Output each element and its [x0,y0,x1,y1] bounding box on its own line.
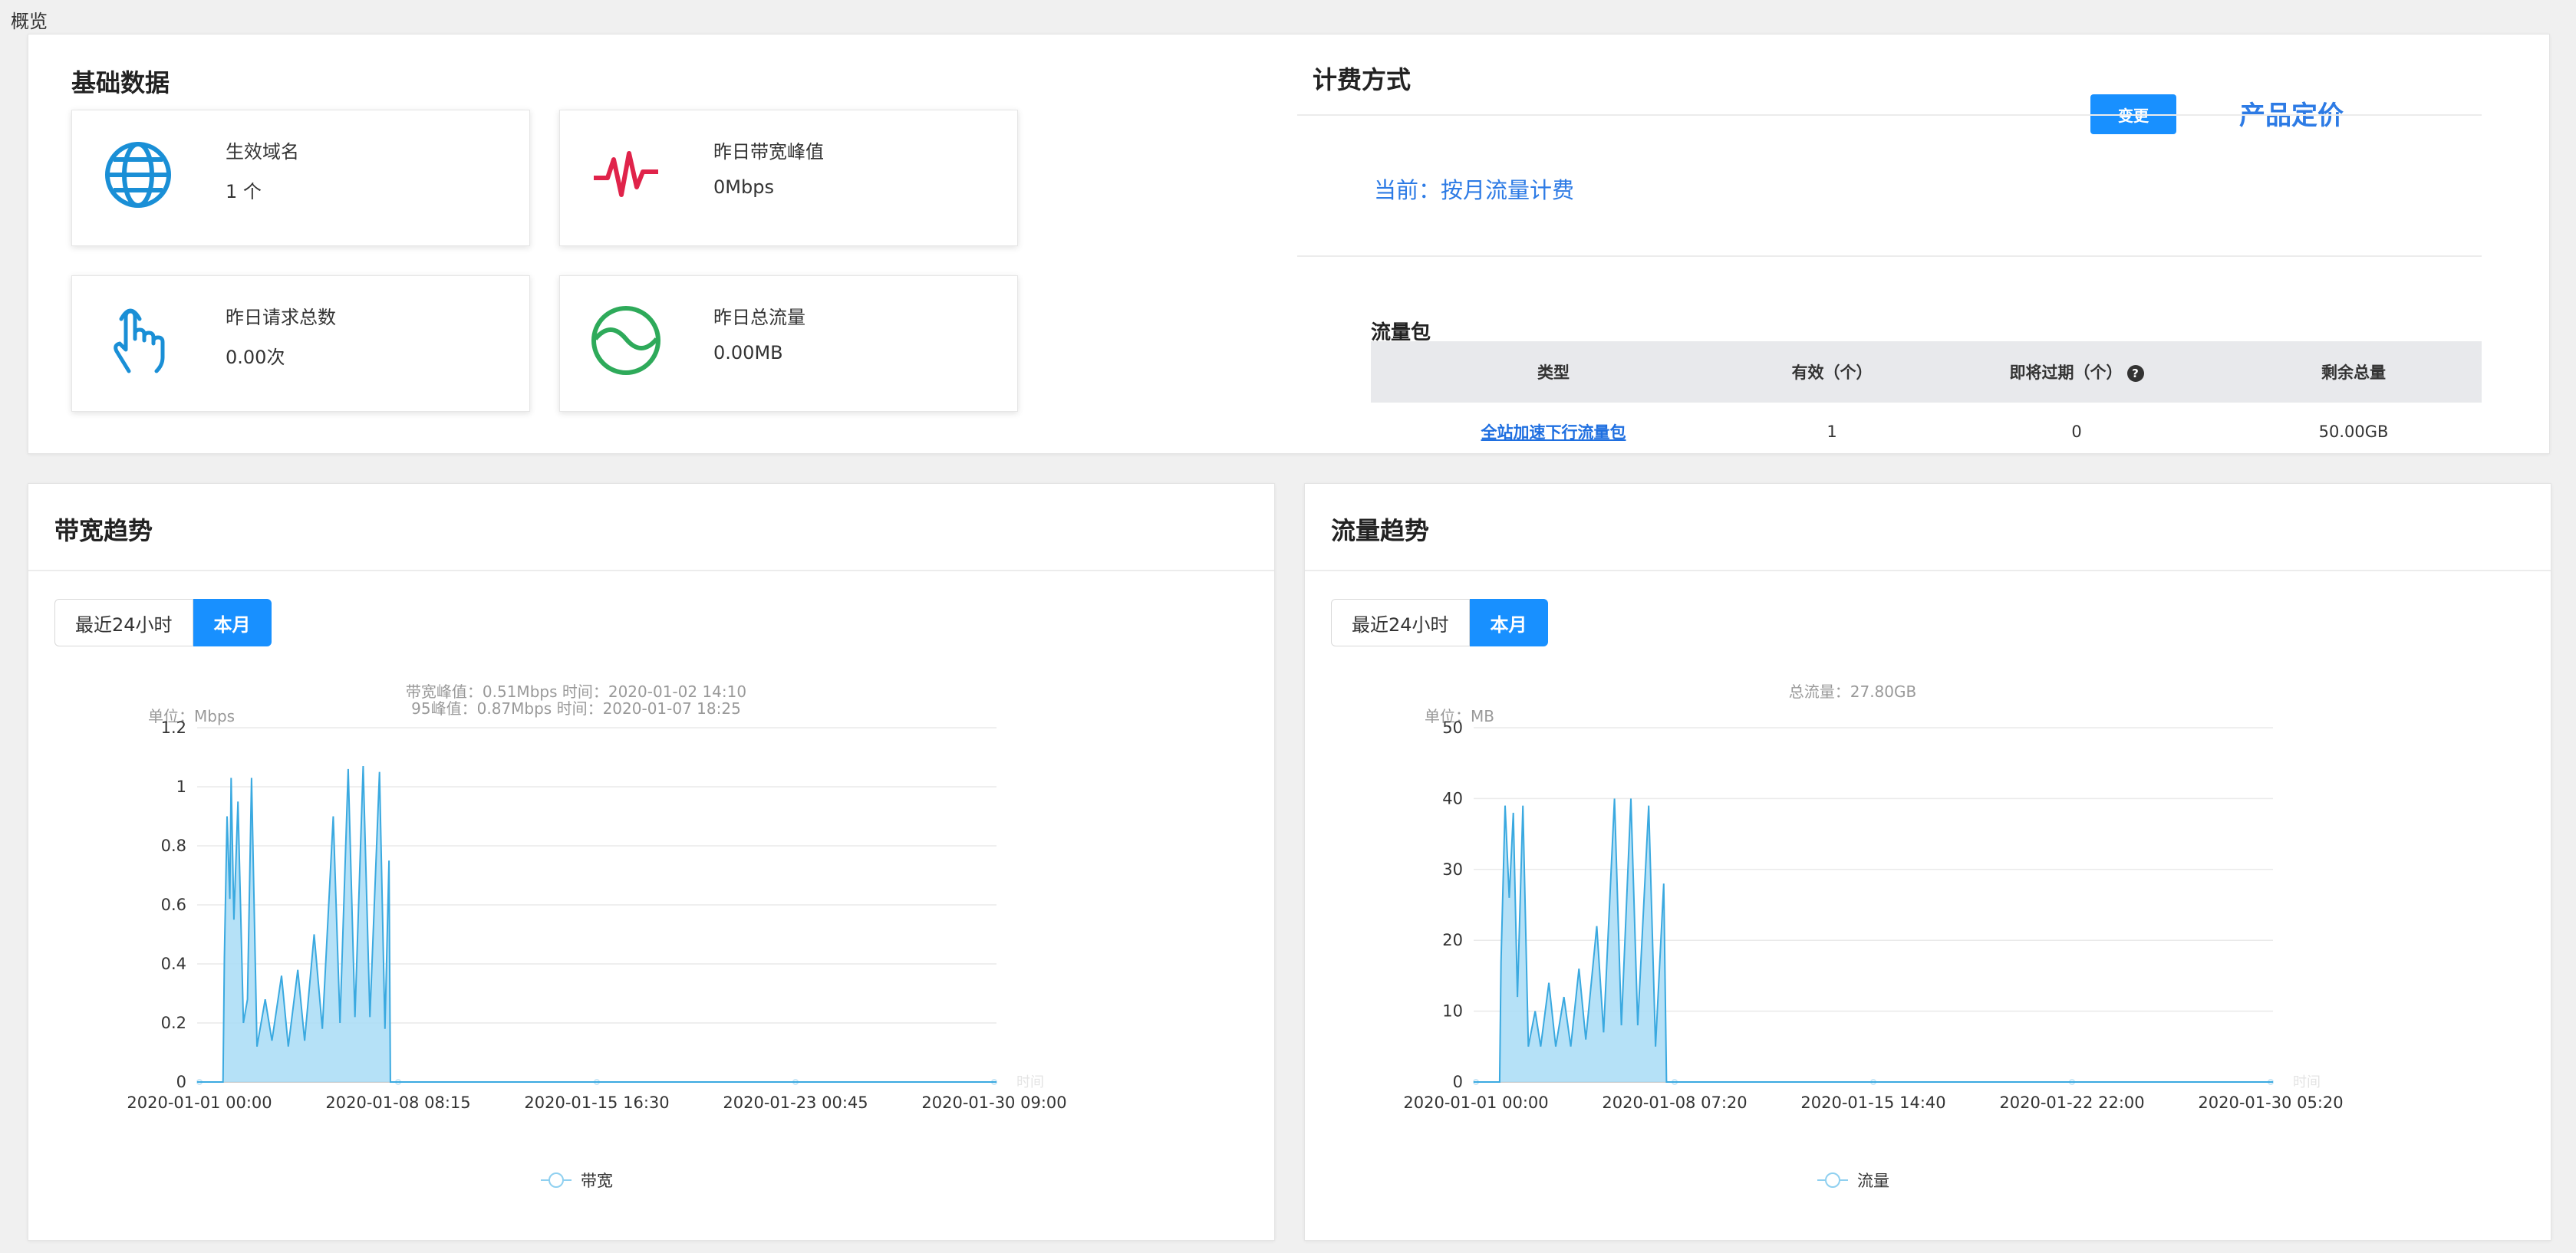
divider [1297,114,2482,116]
basic-data-title: 基础数据 [71,68,170,97]
column-header: 即将过期（个）? [1928,341,2225,403]
table-cell: 0 [2071,423,2082,441]
legend-label: 流量 [1857,1172,1889,1190]
traffic-trend-panel: 流量趋势 最近24小时 本月 总流量：27.80GB 单位：MB 0 10 20 30 40… [1304,483,2551,1241]
y-tick-label: 0.4 [161,955,186,973]
wave-circle-icon [591,306,660,375]
card-value: 0Mbps [713,176,774,198]
current-billing-mode: 当前：按月流量计费 [1374,177,1575,203]
column-header-label: 即将过期（个） [2009,363,2123,382]
series-area [197,766,996,1082]
table-cell: 1 [1827,423,1837,441]
x-tick-label: 2020-01-01 00:00 [127,1093,272,1112]
card-value: 1 个 [226,181,262,202]
product-pricing-link[interactable]: 产品定价 [2239,94,2344,132]
y-tick-label: 0.6 [161,896,186,914]
y-tick-label: 0 [1453,1073,1463,1091]
column-header: 类型 [1371,341,1736,403]
divider [28,570,1274,571]
help-icon[interactable]: ? [2126,365,2144,382]
x-tick-label: 2020-01-23 00:45 [723,1093,868,1112]
table-cell: 全站加速下行流量包 [1371,403,1736,461]
globe-icon [105,142,171,208]
x-tick-label: 2020-01-08 07:20 [1602,1093,1747,1112]
card-bandwidth-peak: 昨日带宽峰值 0Mbps [559,110,1018,246]
pulse-icon [594,151,658,197]
card-active-domains: 生效域名 1 个 [71,110,530,246]
legend-marker [548,1172,564,1188]
table-cell: 50.00GB [2318,423,2389,441]
package-link[interactable]: 全站加速下行流量包 [1481,423,1626,442]
x-tick-label: 2020-01-15 14:40 [1800,1093,1945,1112]
x-axis-label: 时间 [2293,1074,2321,1090]
hand-pointer-icon [114,308,165,373]
breadcrumb: 概览 [11,11,48,32]
x-axis-label: 时间 [1016,1074,1044,1090]
column-header: 剩余总量 [2225,341,2482,403]
x-tick-label: 2020-01-30 09:00 [921,1093,1066,1112]
bandwidth-trend-panel: 带宽趋势 最近24小时 本月 带宽峰值：0.51Mbps 时间：2020-01-… [28,483,1275,1241]
overview-panel: 基础数据 生效域名 1 个 昨日带宽峰值 0Mbps 昨日请求总数 0.00次 [28,34,2550,454]
y-tick-label: 50 [1442,719,1463,737]
x-tick-label: 2020-01-22 22:00 [1999,1093,2144,1112]
card-value: 0.00MB [713,342,783,363]
y-tick-label: 1.2 [161,719,186,737]
y-tick-label: 1 [176,778,186,796]
y-tick-label: 0.8 [161,837,186,855]
legend-marker [1825,1172,1840,1188]
legend-label: 带宽 [581,1172,613,1190]
divider [1297,255,2482,257]
column-header: 有效（个） [1736,341,1928,403]
chart-subtitle: 95峰值：0.87Mbps 时间：2020-01-07 18:25 [411,699,741,718]
card-label: 昨日带宽峰值 [713,141,824,163]
table-header-row: 类型 有效（个） 即将过期（个）? 剩余总量 [1371,341,2482,403]
y-tick-label: 0.2 [161,1014,186,1032]
traffic-chart: 总流量：27.80GB单位：MB010203040502020-01-01 00… [1403,682,2343,1190]
table-row: 全站加速下行流量包 1 0 50.00GB [1371,403,2482,461]
x-tick-label: 2020-01-30 05:20 [2198,1093,2343,1112]
card-label: 昨日请求总数 [226,307,336,328]
x-tick-label: 2020-01-15 16:30 [524,1093,669,1112]
panel-title: 流量趋势 [1331,516,1430,545]
traffic-package-table: 类型 有效（个） 即将过期（个）? 剩余总量 全站加速下行流量包 1 0 50.… [1371,341,2482,461]
card-total-traffic: 昨日总流量 0.00MB [559,275,1018,412]
card-label: 生效域名 [226,141,299,163]
divider [1305,570,2551,571]
panel-title: 带宽趋势 [54,516,153,545]
y-tick-label: 40 [1442,789,1463,807]
card-requests: 昨日请求总数 0.00次 [71,275,530,412]
chart-subtitle: 总流量：27.80GB [1789,682,1916,701]
y-tick-label: 0 [176,1073,186,1091]
chart-subtitle: 带宽峰值：0.51Mbps 时间：2020-01-02 14:10 [406,682,746,701]
bandwidth-chart: 带宽峰值：0.51Mbps 时间：2020-01-02 14:1095峰值：0.… [127,682,1066,1190]
card-label: 昨日总流量 [713,307,805,328]
x-tick-label: 2020-01-01 00:00 [1403,1093,1548,1112]
billing-title: 计费方式 [1313,65,1412,94]
x-tick-label: 2020-01-08 08:15 [325,1093,470,1112]
y-tick-label: 30 [1442,860,1463,879]
card-value: 0.00次 [226,347,285,368]
y-tick-label: 10 [1442,1002,1463,1021]
y-tick-label: 20 [1442,931,1463,949]
